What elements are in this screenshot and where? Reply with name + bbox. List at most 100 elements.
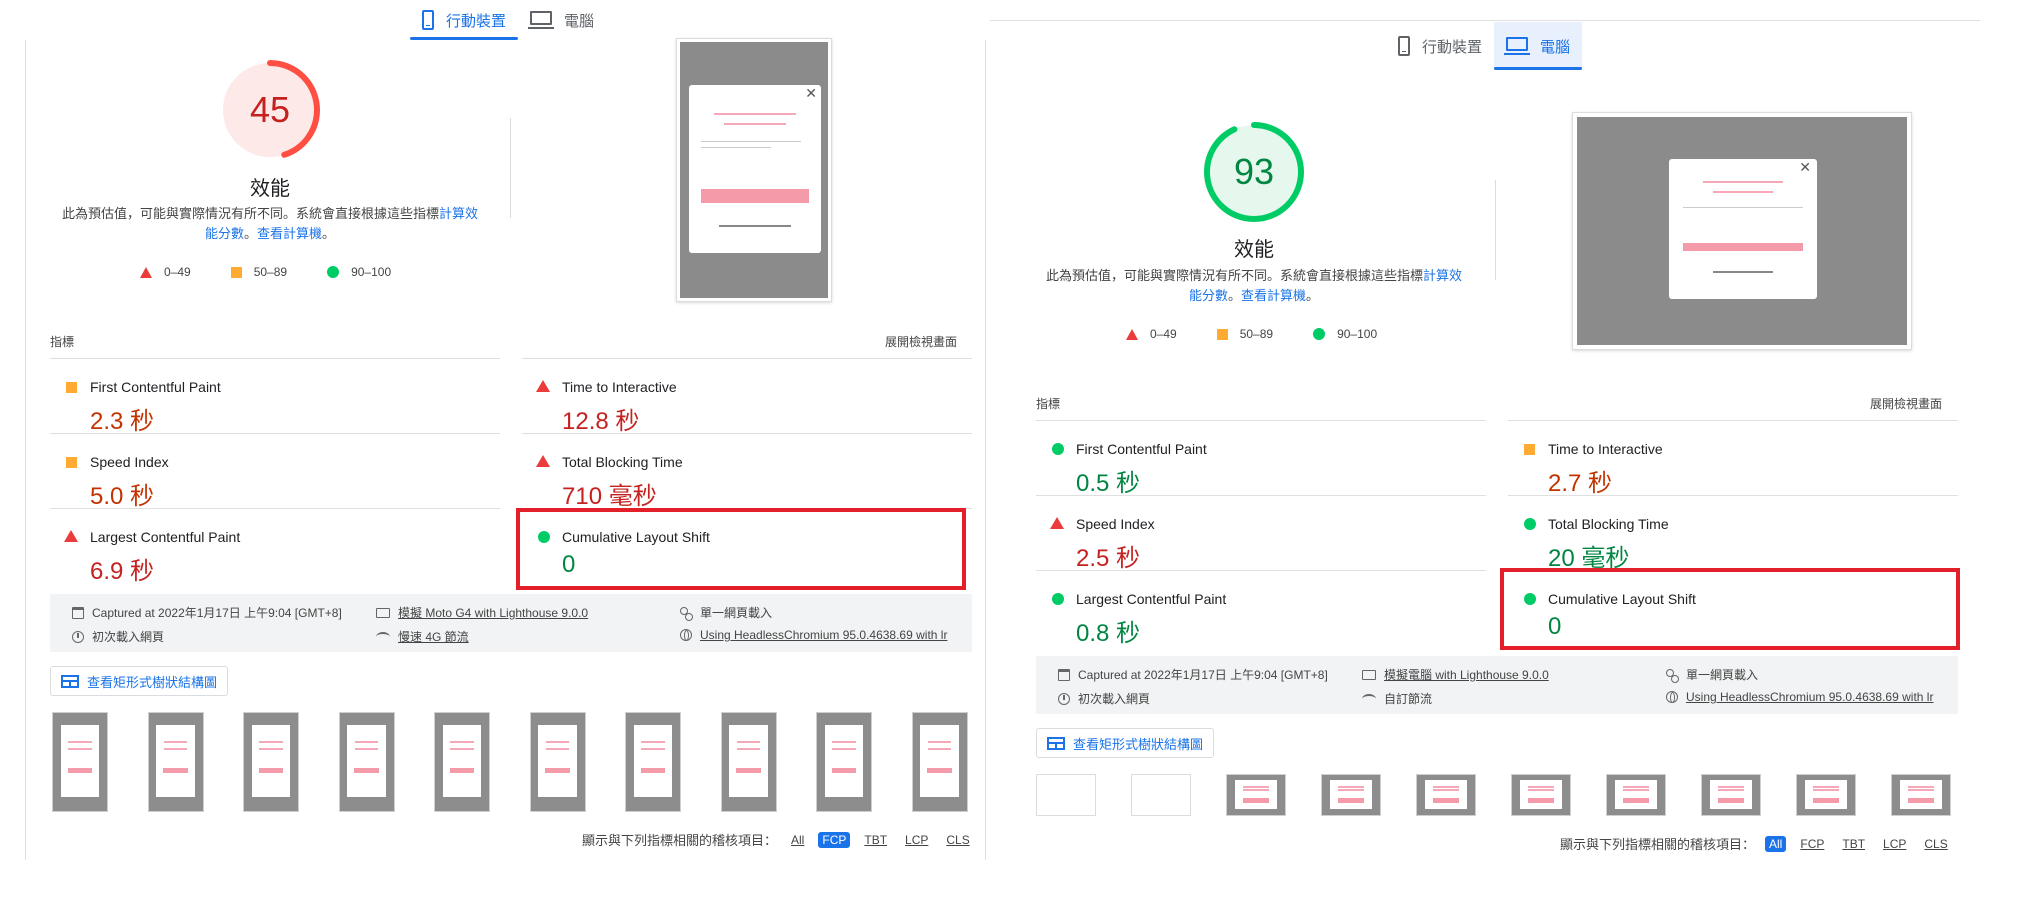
filmstrip-frame	[1511, 774, 1571, 816]
audit-filter: 顯示與下列指標相關的稽核項目： All FCP TBT LCP CLS	[1560, 834, 1952, 853]
emulated-device[interactable]: 模擬電腦 with Lighthouse 9.0.0	[1362, 666, 1549, 683]
filmstrip-frame	[1796, 774, 1856, 816]
tab-desktop[interactable]: 電腦	[518, 0, 606, 40]
filmstrip-frame	[1606, 774, 1666, 816]
filmstrip	[1036, 774, 1958, 822]
filmstrip-frame	[1416, 774, 1476, 816]
filter-fcp[interactable]: FCP	[1796, 836, 1828, 852]
view-treemap-button[interactable]: 查看矩形式樹狀結構圖	[1036, 728, 1215, 758]
tab-mobile[interactable]: 行動裝置	[410, 0, 519, 40]
filter-fcp[interactable]: FCP	[818, 831, 851, 848]
laptop-icon	[528, 11, 555, 29]
metric-tti: Time to Interactive 12.8 秒	[522, 358, 972, 435]
expand-view-toggle[interactable]: 展開檢視畫面	[1870, 395, 1942, 412]
filter-tbt[interactable]: TBT	[1838, 836, 1869, 852]
filmstrip-frame	[1036, 774, 1096, 816]
tab-mobile-label: 行動裝置	[446, 12, 507, 30]
treemap-icon	[1047, 736, 1065, 750]
score-legend: 0–49 50–89 90–100	[140, 265, 391, 279]
metrics-label: 指標	[1036, 397, 1061, 411]
filter-all[interactable]: All	[1765, 835, 1787, 852]
average-icon	[66, 457, 77, 468]
pass-icon	[1524, 518, 1536, 530]
emulated-device[interactable]: 模擬 Moto G4 with Lighthouse 9.0.0	[376, 604, 588, 621]
circle-icon	[1313, 328, 1326, 340]
filmstrip	[52, 712, 972, 812]
filter-tbt[interactable]: TBT	[860, 832, 891, 848]
session-icon	[680, 606, 693, 621]
timer-icon	[1058, 692, 1070, 705]
globe-icon	[1666, 691, 1678, 703]
filter-lcp[interactable]: LCP	[901, 832, 932, 848]
filmstrip-frame	[1701, 774, 1761, 816]
device-tabs: 行動裝置 電腦	[1386, 22, 1583, 70]
triangle-icon	[1126, 328, 1138, 340]
score-legend: 0–49 50–89 90–100	[1126, 327, 1377, 341]
filter-label: 顯示與下列指標相關的稽核項目：	[582, 833, 778, 848]
view-treemap-button[interactable]: 查看矩形式樹狀結構圖	[50, 666, 229, 696]
phone-icon	[422, 10, 434, 30]
performance-score: 45	[249, 89, 291, 130]
legend-pass: 90–100	[1313, 327, 1377, 341]
performance-score: 93	[1233, 151, 1275, 192]
final-screenshot[interactable]: ✕	[1572, 112, 1912, 350]
legend-average: 50–89	[1216, 327, 1273, 341]
legend-pass: 90–100	[327, 265, 391, 279]
single-page-load: 單一網頁載入	[680, 604, 772, 621]
average-icon	[1524, 444, 1535, 455]
close-icon: ✕	[805, 85, 817, 101]
metric-tbt: Total Blocking Time 20 毫秒	[1508, 495, 1958, 572]
frame-border	[985, 40, 986, 860]
tab-desktop[interactable]: 電腦	[1494, 22, 1583, 70]
filter-all[interactable]: All	[787, 832, 808, 848]
final-screenshot[interactable]: ✕	[676, 38, 832, 302]
filmstrip-frame	[1891, 774, 1951, 816]
metric-lcp: Largest Contentful Paint 6.9 秒	[50, 508, 500, 585]
browser-info[interactable]: Using HeadlessChromium 95.0.4638.69 with…	[1666, 690, 1933, 704]
filter-lcp[interactable]: LCP	[1879, 836, 1910, 852]
filmstrip-frame	[1321, 774, 1381, 816]
single-page-load: 單一網頁載入	[1666, 666, 1758, 683]
tab-desktop-label: 電腦	[1540, 38, 1571, 56]
circle-icon	[327, 266, 340, 278]
metric-tti: Time to Interactive 2.7 秒	[1508, 420, 1958, 497]
filmstrip-frame	[529, 712, 586, 812]
close-icon: ✕	[1799, 159, 1811, 175]
legend-fail: 0–49	[140, 265, 191, 279]
network-throttling[interactable]: 慢速 4G 節流	[376, 628, 469, 645]
filter-label: 顯示與下列指標相關的稽核項目：	[1560, 837, 1756, 852]
calculator-link[interactable]: 查看計算機	[1241, 288, 1306, 303]
metric-tbt: Total Blocking Time 710 毫秒	[522, 433, 972, 510]
filmstrip-frame	[434, 712, 490, 812]
filmstrip-frame	[720, 712, 777, 812]
legend-average: 50–89	[230, 265, 287, 279]
tab-mobile-label: 行動裝置	[1422, 38, 1483, 56]
gauge-description: 此為預估值，可能與實際情況有所不同。系統會直接根據這些指標計算效能分數。查看計算…	[1045, 268, 1463, 303]
frame-border	[990, 20, 1980, 21]
treemap-icon	[61, 674, 79, 688]
gauge-title: 效能	[250, 178, 290, 200]
square-icon	[230, 266, 242, 278]
filter-cls[interactable]: CLS	[1920, 836, 1951, 852]
filmstrip-frame	[52, 712, 108, 812]
frame-border	[25, 40, 26, 860]
browser-info[interactable]: Using HeadlessChromium 95.0.4638.69 with…	[680, 628, 947, 642]
tab-desktop-label: 電腦	[564, 12, 595, 30]
triangle-icon	[140, 266, 152, 278]
wifi-icon	[1362, 693, 1376, 704]
performance-gauge: 93	[1202, 120, 1306, 224]
calendar-icon	[1058, 668, 1070, 681]
mobile-report-panel: 行動裝置 電腦 45 效能 此為預估值，可能與實際情況有所不同。系統會直接根據這…	[0, 0, 990, 904]
divider	[510, 118, 511, 218]
calculator-link[interactable]: 查看計算機	[257, 226, 322, 241]
filmstrip-frame	[243, 712, 299, 812]
fail-icon	[536, 455, 550, 467]
metric-fcp: First Contentful Paint 2.3 秒	[50, 358, 500, 435]
timer-icon	[72, 630, 84, 643]
filter-cls[interactable]: CLS	[942, 832, 973, 848]
fail-icon	[536, 380, 550, 392]
laptop-icon	[1504, 37, 1531, 55]
tab-mobile[interactable]: 行動裝置	[1386, 22, 1494, 70]
globe-icon	[680, 629, 692, 641]
expand-view-toggle[interactable]: 展開檢視畫面	[885, 333, 957, 350]
